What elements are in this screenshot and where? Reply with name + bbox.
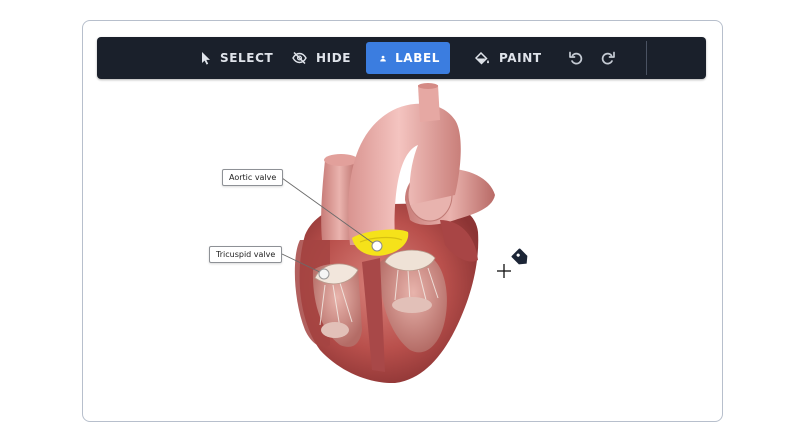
tricuspid-valve-label[interactable]: Tricuspid valve — [209, 246, 283, 263]
select-tool-button[interactable]: SELECT — [191, 42, 283, 74]
aortic-valve-label-text: Aortic valve — [229, 173, 277, 182]
cursor-icon — [202, 51, 210, 65]
eye-off-icon — [292, 52, 307, 64]
paint-tool-button[interactable]: PAINT — [465, 42, 552, 74]
paint-tool-label: PAINT — [499, 51, 542, 65]
tricuspid-valve-label-text: Tricuspid valve — [216, 250, 276, 259]
paint-bucket-icon — [475, 51, 489, 65]
hide-tool-label: HIDE — [316, 51, 352, 65]
tool-toolbar: SELECT HIDE LABEL PAINT — [97, 37, 706, 79]
undo-icon — [569, 51, 583, 65]
label-tool-button[interactable]: LABEL — [366, 42, 450, 74]
toolbar-separator — [646, 41, 647, 75]
aortic-valve-label[interactable]: Aortic valve — [222, 169, 284, 186]
redo-icon — [601, 51, 615, 65]
undo-button[interactable] — [565, 47, 587, 69]
select-tool-label: SELECT — [220, 51, 274, 65]
hide-tool-button[interactable]: HIDE — [282, 42, 361, 74]
person-icon — [380, 55, 386, 62]
redo-button[interactable] — [597, 47, 619, 69]
viewer-frame — [82, 20, 723, 422]
label-tool-label: LABEL — [395, 51, 440, 65]
